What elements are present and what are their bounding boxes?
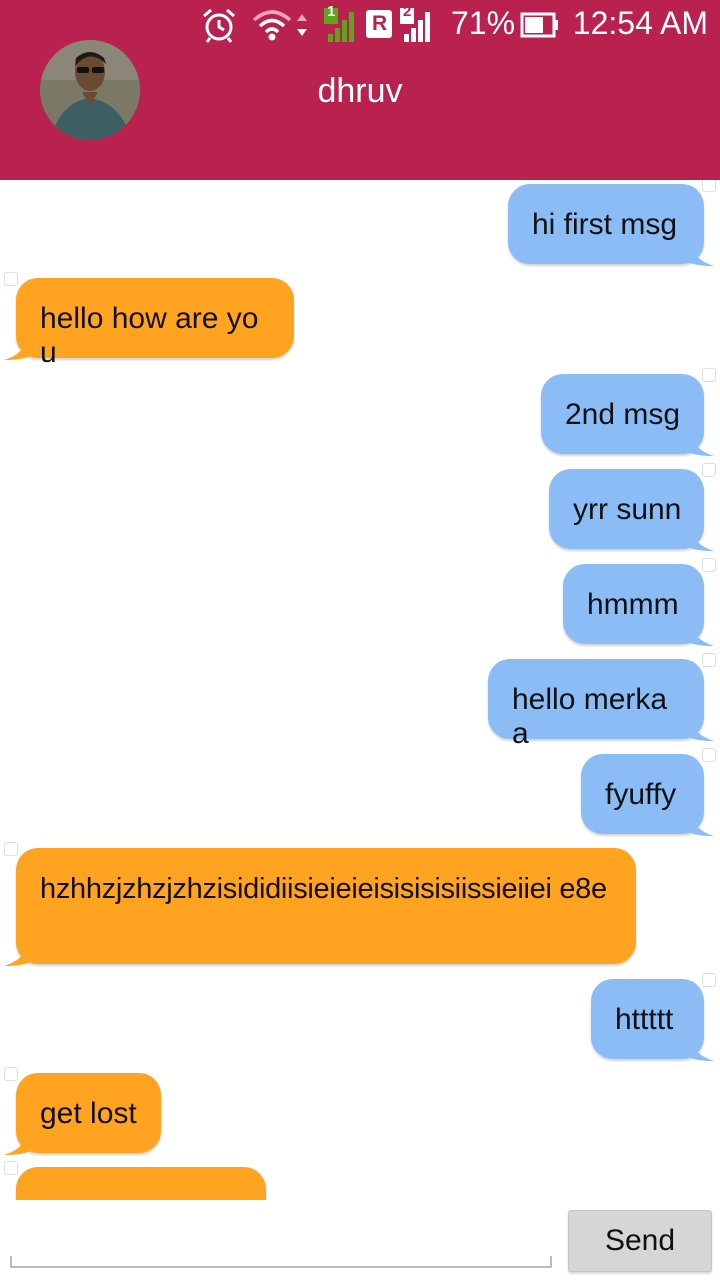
message-outgoing: hi first msg bbox=[508, 180, 716, 266]
roaming-label: R bbox=[372, 12, 388, 35]
sim2-label: 2 bbox=[403, 3, 412, 20]
message-incoming bbox=[4, 1161, 266, 1200]
message-outgoing: 2nd msg bbox=[541, 368, 716, 456]
battery-percent: 71% bbox=[451, 5, 516, 41]
message-text: 2nd msg bbox=[565, 398, 681, 431]
alarm-icon bbox=[203, 8, 235, 43]
message-text: hmmm bbox=[587, 588, 679, 621]
message-incoming: hello how are you bbox=[4, 272, 294, 369]
chat-header: 1 R 2 71% 12:54 AM dhruv bbox=[0, 0, 720, 180]
message-text: hi first msg bbox=[532, 208, 678, 241]
input-underline-edge bbox=[10, 1256, 12, 1268]
bubble-corner bbox=[4, 1161, 18, 1175]
message-outgoing: hmmm bbox=[563, 558, 716, 646]
message-list[interactable]: hi first msg hello how are you 2nd msg y… bbox=[0, 180, 720, 1200]
message-text: hzhhzjzhzjzhzisididiisieieieisisisisiiss… bbox=[40, 873, 607, 905]
send-button[interactable]: Send bbox=[568, 1210, 712, 1272]
contact-name: dhruv bbox=[317, 72, 403, 110]
bubble-tail bbox=[688, 1037, 714, 1061]
message-outgoing: yrr sunn bbox=[549, 463, 716, 551]
bubble-corner bbox=[702, 748, 716, 762]
message-text: yrr sunn bbox=[573, 493, 682, 526]
bubble-corner bbox=[4, 1067, 18, 1081]
battery-icon bbox=[520, 12, 558, 38]
message-outgoing: httttt bbox=[591, 973, 716, 1061]
bubble-corner bbox=[4, 842, 18, 856]
bubble-tail bbox=[4, 1131, 30, 1155]
message-text: httttt bbox=[615, 1003, 674, 1036]
bubble-corner bbox=[702, 368, 716, 382]
message-text: hello merkaa bbox=[512, 683, 668, 750]
bubble-tail bbox=[4, 336, 30, 360]
bubble-tail bbox=[688, 242, 714, 266]
message-text: fyuffy bbox=[605, 778, 677, 811]
input-underline-edge bbox=[550, 1256, 552, 1268]
bubble-corner bbox=[702, 558, 716, 572]
bubble-tail bbox=[688, 432, 714, 456]
message-outgoing: fyuffy bbox=[581, 748, 716, 836]
sim1-label: 1 bbox=[327, 3, 336, 20]
bubble-tail bbox=[688, 717, 714, 741]
message-bubble bbox=[16, 1167, 266, 1200]
message-text: get lost bbox=[40, 1097, 137, 1130]
message-outgoing: hello merkaa bbox=[488, 653, 716, 750]
bubble-corner bbox=[4, 272, 18, 286]
bubble-tail bbox=[688, 622, 714, 646]
wifi-icon bbox=[252, 10, 292, 41]
bubble-tail bbox=[688, 812, 714, 836]
message-text: hello how are you bbox=[40, 302, 259, 369]
bubble-tail bbox=[688, 527, 714, 551]
status-time: 12:54 AM bbox=[572, 5, 708, 41]
bubble-corner bbox=[702, 973, 716, 987]
data-arrows-icon bbox=[297, 14, 307, 36]
message-input[interactable] bbox=[10, 1210, 552, 1268]
message-incoming: hzhhzjzhzjzhzisididiisieieieisisisisiiss… bbox=[4, 842, 636, 966]
bubble-corner bbox=[702, 653, 716, 667]
roaming-icon: R bbox=[366, 10, 392, 38]
composer-bar: Send bbox=[0, 1200, 720, 1280]
bubble-corner bbox=[702, 463, 716, 477]
bubble-tail bbox=[4, 942, 30, 966]
message-incoming: get lost bbox=[4, 1067, 161, 1155]
message-bubble bbox=[16, 848, 636, 964]
bubble-corner bbox=[702, 180, 716, 192]
